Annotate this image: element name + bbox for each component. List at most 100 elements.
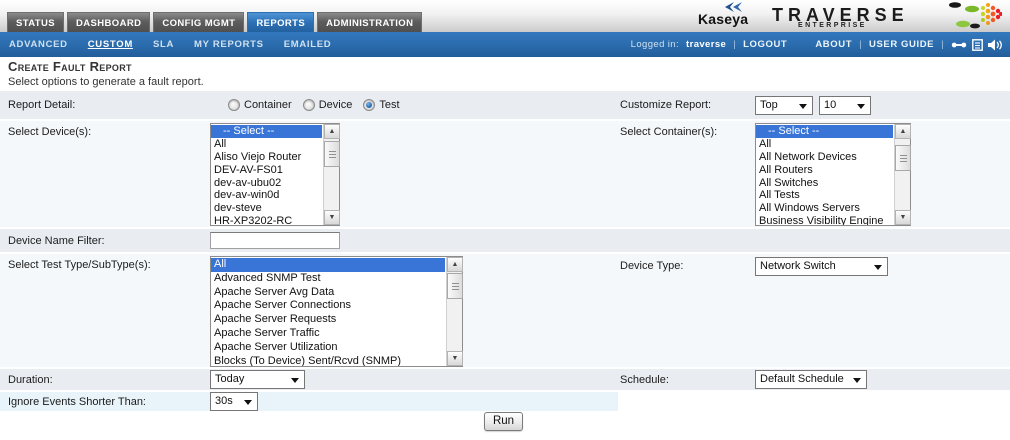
- chevron-down-icon: [857, 104, 865, 109]
- radio-label: Container: [244, 99, 292, 111]
- report-detail-radio-group: Container Device Test: [228, 91, 400, 119]
- scrollbar[interactable]: ▲ ▼: [446, 257, 462, 366]
- subnav-item-sla[interactable]: SLA: [153, 39, 174, 50]
- top-bottom-select[interactable]: Top: [755, 96, 813, 115]
- scroll-down-button[interactable]: ▼: [447, 351, 463, 366]
- row-select-devices: Select Device(s): -- Select --AllAliso V…: [0, 121, 1010, 229]
- logged-in-label: Logged in:: [631, 39, 679, 50]
- listbox-option[interactable]: All: [211, 138, 322, 151]
- listbox-option[interactable]: HR-XP3202-RC: [211, 215, 322, 225]
- listbox-option[interactable]: Business Visibility Engine: [756, 215, 893, 225]
- kaseya-wordmark: Kaseya: [698, 11, 748, 27]
- scrollbar[interactable]: ▲ ▼: [894, 124, 910, 225]
- chevron-down-icon: [853, 378, 861, 383]
- test-type-listbox[interactable]: AllAdvanced SNMP TestApache Server Avg D…: [210, 256, 463, 367]
- subnav-item-advanced[interactable]: ADVANCED: [9, 39, 68, 50]
- listbox-option[interactable]: Apache Server Avg Data: [211, 286, 445, 300]
- chevron-down-icon: [291, 378, 299, 383]
- device-select-listbox[interactable]: -- Select --AllAliso Viejo RouterDEV-AV-…: [210, 123, 340, 226]
- scrollbar[interactable]: ▲ ▼: [323, 124, 339, 225]
- separator: |: [859, 39, 862, 50]
- listbox-option[interactable]: All Windows Servers: [756, 202, 893, 215]
- logout-link[interactable]: LOGOUT: [743, 39, 787, 50]
- listbox-option[interactable]: DEV-AV-FS01: [211, 164, 322, 177]
- scroll-up-button[interactable]: ▲: [447, 257, 463, 272]
- listbox-option[interactable]: -- Select --: [756, 125, 893, 138]
- subnav-item-custom[interactable]: CUSTOM: [88, 39, 133, 50]
- scroll-thumb[interactable]: [324, 141, 340, 167]
- radio-option-container[interactable]: Container: [228, 99, 292, 111]
- radio-option-test[interactable]: Test: [363, 99, 399, 111]
- subnav-item-my-reports[interactable]: MY REPORTS: [194, 39, 264, 50]
- listbox-option[interactable]: Apache Server Traffic: [211, 327, 445, 341]
- listbox-option[interactable]: Apache Server Requests: [211, 313, 445, 327]
- device-type-select[interactable]: Network Switch: [755, 257, 888, 276]
- container-select-listbox[interactable]: -- Select --AllAll Network DevicesAll Ro…: [755, 123, 911, 226]
- tab-administration[interactable]: ADMINISTRATION: [317, 12, 422, 32]
- ignore-events-select[interactable]: 30s: [210, 392, 258, 411]
- device-name-filter-input[interactable]: [210, 232, 340, 249]
- chevron-down-icon: [244, 400, 252, 405]
- toolbar-icons: [951, 39, 1002, 51]
- listbox-option[interactable]: All: [756, 138, 893, 151]
- listbox-option[interactable]: All Switches: [756, 177, 893, 190]
- radio-option-device[interactable]: Device: [303, 99, 353, 111]
- select-containers-label: Select Container(s):: [620, 126, 717, 138]
- listbox-option[interactable]: All Tests: [756, 189, 893, 202]
- listbox-option[interactable]: dev-steve: [211, 202, 322, 215]
- schedule-select[interactable]: Default Schedule: [755, 370, 867, 389]
- report-subnav: ADVANCED CUSTOM SLA MY REPORTS EMAILED: [0, 39, 331, 50]
- tab-reports[interactable]: REPORTS: [247, 12, 314, 32]
- listbox-option[interactable]: dev-av-win0d: [211, 189, 322, 202]
- row-report-detail: Report Detail: Container Device Test Custo…: [0, 91, 1010, 121]
- listbox-option[interactable]: Advanced SNMP Test: [211, 272, 445, 286]
- radio-icon[interactable]: [228, 99, 240, 111]
- top-count-select[interactable]: 10: [819, 96, 871, 115]
- row-duration: Duration: Today Schedule: Default Schedu…: [0, 369, 1010, 392]
- row-ignore-events: Ignore Events Shorter Than: 30s: [0, 392, 1010, 411]
- listbox-option[interactable]: All Network Devices: [756, 151, 893, 164]
- scroll-down-button[interactable]: ▼: [324, 210, 340, 225]
- separator: |: [733, 39, 736, 50]
- scroll-thumb[interactable]: [895, 145, 911, 171]
- tab-dashboard[interactable]: DASHBOARD: [67, 12, 150, 32]
- document-icon[interactable]: [972, 39, 983, 51]
- report-detail-label: Report Detail:: [8, 99, 75, 111]
- listbox-option[interactable]: dev-av-ubu02: [211, 177, 322, 190]
- duration-select[interactable]: Today: [210, 370, 305, 389]
- session-area: Logged in: traverse | LOGOUT ABOUT | USE…: [631, 32, 1002, 57]
- listbox-option[interactable]: Blocks (To Device) Sent/Rcvd (SNMP): [211, 355, 445, 366]
- separator: |: [941, 39, 944, 50]
- run-button[interactable]: Run: [484, 412, 523, 431]
- chevron-down-icon: [799, 104, 807, 109]
- device-name-filter-label: Device Name Filter:: [8, 235, 105, 247]
- radio-icon[interactable]: [363, 99, 375, 111]
- listbox-option[interactable]: All: [211, 258, 445, 272]
- radio-label: Test: [379, 99, 399, 111]
- tab-config-mgmt[interactable]: CONFIG MGMT: [153, 12, 244, 32]
- customize-report-label: Customize Report:: [620, 99, 711, 111]
- listbox-option[interactable]: All Routers: [756, 164, 893, 177]
- user-guide-link[interactable]: USER GUIDE: [869, 39, 934, 50]
- radio-icon[interactable]: [303, 99, 315, 111]
- listbox-option[interactable]: Aliso Viejo Router: [211, 151, 322, 164]
- speaker-icon[interactable]: [988, 39, 1002, 51]
- radio-label: Device: [319, 99, 353, 111]
- listbox-option[interactable]: Apache Server Connections: [211, 299, 445, 313]
- scroll-thumb[interactable]: [447, 273, 463, 299]
- app-window: Kaseya TRAVERSE ENTERPRISE STATUSDASHBOA…: [0, 0, 1010, 440]
- scroll-up-button[interactable]: ▲: [324, 124, 340, 139]
- scroll-up-button[interactable]: ▲: [895, 124, 911, 139]
- select-devices-label: Select Device(s):: [8, 126, 91, 138]
- tab-status[interactable]: STATUS: [7, 12, 64, 32]
- listbox-option[interactable]: -- Select --: [211, 125, 322, 138]
- subnav-item-emailed[interactable]: EMAILED: [284, 39, 332, 50]
- listbox-option[interactable]: Apache Server Utilization: [211, 341, 445, 355]
- select-value: 30s: [215, 395, 233, 407]
- scroll-down-button[interactable]: ▼: [895, 210, 911, 225]
- schedule-label: Schedule:: [620, 374, 669, 386]
- key-icon[interactable]: [951, 39, 967, 51]
- select-value: Default Schedule: [760, 373, 844, 385]
- brand-logo: Kaseya TRAVERSE ENTERPRISE: [690, 0, 1010, 32]
- about-link[interactable]: ABOUT: [815, 39, 852, 50]
